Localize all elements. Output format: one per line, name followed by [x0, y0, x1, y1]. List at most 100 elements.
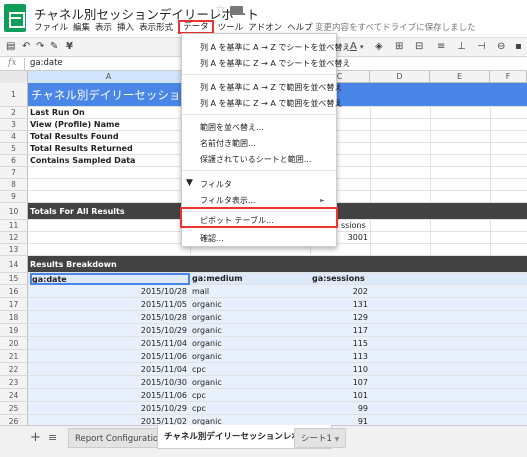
- select-all-corner[interactable]: [0, 71, 28, 83]
- row-number[interactable]: 9: [0, 191, 28, 203]
- sessions-cell[interactable]: 107: [310, 376, 368, 389]
- row-number[interactable]: 13: [0, 244, 28, 256]
- row-number[interactable]: 16: [0, 285, 28, 298]
- menu-item-sort-sheet-za[interactable]: 列 A を基準に Z → A でシートを並べ替え: [200, 58, 350, 69]
- medium-cell[interactable]: organic: [192, 324, 310, 337]
- medium-cell[interactable]: organic: [192, 298, 310, 311]
- print-icon[interactable]: ▤: [6, 41, 15, 53]
- menu-item-validation[interactable]: 確認...: [200, 233, 224, 244]
- merge-cells-icon[interactable]: ⊟: [415, 41, 423, 53]
- sheet-tab-sheet1[interactable]: シート1 ▼: [294, 428, 347, 448]
- medium-cell[interactable]: organic: [192, 337, 310, 350]
- paint-format-icon[interactable]: ✎: [50, 41, 58, 53]
- date-cell[interactable]: 2015/10/29: [28, 402, 187, 415]
- sessions-cell[interactable]: 101: [310, 389, 368, 402]
- date-cell[interactable]: 2015/10/28: [28, 285, 187, 298]
- chevron-down-icon[interactable]: ▾: [360, 41, 364, 53]
- fill-color-icon[interactable]: ◈: [375, 41, 383, 53]
- breakdown-header-cell[interactable]: Results Breakdown: [30, 256, 117, 273]
- chevron-down-icon[interactable]: ▼: [335, 436, 340, 443]
- sessions-cell[interactable]: 110: [310, 363, 368, 376]
- date-cell[interactable]: 2015/10/30: [28, 376, 187, 389]
- medium-cell[interactable]: organic: [192, 350, 310, 363]
- column-header-e[interactable]: E: [430, 71, 490, 83]
- row-number[interactable]: 2: [0, 107, 28, 119]
- row-number[interactable]: 7: [0, 167, 28, 179]
- table-row[interactable]: 2015/11/06 cpc 101: [28, 389, 527, 402]
- menu-item-filter-views[interactable]: フィルタ表示...: [200, 195, 255, 206]
- table-row[interactable]: 2015/11/04 cpc 110: [28, 363, 527, 376]
- row-number[interactable]: 23: [0, 376, 28, 389]
- date-cell[interactable]: 2015/11/04: [28, 337, 187, 350]
- menu-item-filter[interactable]: フィルタ: [200, 179, 232, 190]
- menu-edit[interactable]: 編集: [73, 20, 95, 34]
- column-header-d[interactable]: D: [370, 71, 430, 83]
- table-row[interactable]: 2015/10/30 organic 107: [28, 376, 527, 389]
- menu-addons[interactable]: アドオン: [248, 20, 287, 34]
- currency-icon[interactable]: ¥: [66, 41, 73, 53]
- row-number[interactable]: 25: [0, 402, 28, 415]
- sessions-cell[interactable]: 115: [310, 337, 368, 350]
- sessions-cell[interactable]: 129: [310, 311, 368, 324]
- menu-item-sort-range-za[interactable]: 列 A を基準に Z → A で範囲を並べ替え: [200, 98, 342, 109]
- wrap-icon[interactable]: ⊣: [477, 41, 486, 53]
- menu-insert[interactable]: 挿入: [117, 20, 139, 34]
- menu-item-sort-range-az[interactable]: 列 A を基準に A → Z で範囲を並べ替え: [200, 82, 342, 93]
- row-number[interactable]: 19: [0, 324, 28, 337]
- sheet-list-button[interactable]: ≡: [42, 428, 63, 448]
- row-number[interactable]: 17: [0, 298, 28, 311]
- table-header-sessions[interactable]: ga:sessions: [312, 273, 365, 285]
- medium-cell[interactable]: cpc: [192, 402, 310, 415]
- sessions-cell[interactable]: 117: [310, 324, 368, 337]
- date-cell[interactable]: 2015/10/29: [28, 324, 187, 337]
- row-number[interactable]: 14: [0, 256, 28, 273]
- date-cell[interactable]: 2015/11/05: [28, 298, 187, 311]
- table-header-row[interactable]: ga:date ga:medium ga:sessions: [28, 273, 527, 285]
- row-number[interactable]: 21: [0, 350, 28, 363]
- row-number[interactable]: 20: [0, 337, 28, 350]
- sheets-logo-icon[interactable]: [4, 4, 26, 32]
- row-number[interactable]: 12: [0, 232, 28, 244]
- sessions-cell[interactable]: 131: [310, 298, 368, 311]
- table-row[interactable]: 2015/10/29 organic 117: [28, 324, 527, 337]
- table-row[interactable]: 2015/11/06 organic 113: [28, 350, 527, 363]
- menu-item-protected[interactable]: 保護されているシートと範囲...: [200, 154, 311, 165]
- table-row[interactable]: 2015/11/05 organic 131: [28, 298, 527, 311]
- row-number[interactable]: 5: [0, 143, 28, 155]
- link-icon[interactable]: ⊖: [497, 41, 505, 53]
- sessions-cell[interactable]: 202: [310, 285, 368, 298]
- sessions-cell[interactable]: 99: [310, 402, 368, 415]
- label-cell[interactable]: Last Run On: [30, 107, 85, 119]
- row-number[interactable]: 6: [0, 155, 28, 167]
- breakdown-header-row[interactable]: Results Breakdown: [28, 256, 527, 273]
- row-number[interactable]: 4: [0, 131, 28, 143]
- date-cell[interactable]: 2015/10/28: [28, 311, 187, 324]
- row-number[interactable]: 15: [0, 273, 28, 285]
- borders-icon[interactable]: ⊞: [395, 41, 403, 53]
- date-cell[interactable]: 2015/11/04: [28, 363, 187, 376]
- align-left-icon[interactable]: ≡: [437, 41, 445, 53]
- row-number[interactable]: 24: [0, 389, 28, 402]
- redo-icon[interactable]: ↷: [36, 41, 44, 53]
- table-row[interactable]: 2015/11/04 organic 115: [28, 337, 527, 350]
- menu-data[interactable]: データ: [178, 20, 214, 34]
- date-cell[interactable]: 2015/11/06: [28, 389, 187, 402]
- totals-col-label[interactable]: ssions: [341, 220, 366, 232]
- row-number[interactable]: 8: [0, 179, 28, 191]
- menu-item-sort-sheet-az[interactable]: 列 A を基準に A → Z でシートを並べ替え: [200, 42, 350, 53]
- menu-tools[interactable]: ツール: [214, 20, 249, 34]
- medium-cell[interactable]: organic: [192, 376, 310, 389]
- menu-item-named-ranges[interactable]: 名前付き範囲...: [200, 138, 256, 149]
- medium-cell[interactable]: organic: [192, 311, 310, 324]
- row-number[interactable]: 1: [0, 83, 28, 107]
- label-cell[interactable]: Total Results Returned: [30, 143, 133, 155]
- table-header-medium[interactable]: ga:medium: [192, 273, 243, 285]
- row-number[interactable]: 10: [0, 203, 28, 220]
- undo-icon[interactable]: ↶: [22, 41, 30, 53]
- column-header-a[interactable]: A: [28, 71, 190, 83]
- vertical-align-icon[interactable]: ⊥: [457, 41, 466, 53]
- menu-help[interactable]: ヘルプ: [287, 20, 318, 34]
- medium-cell[interactable]: mail: [192, 285, 310, 298]
- medium-cell[interactable]: cpc: [192, 363, 310, 376]
- menu-format[interactable]: 表示形式: [139, 20, 178, 34]
